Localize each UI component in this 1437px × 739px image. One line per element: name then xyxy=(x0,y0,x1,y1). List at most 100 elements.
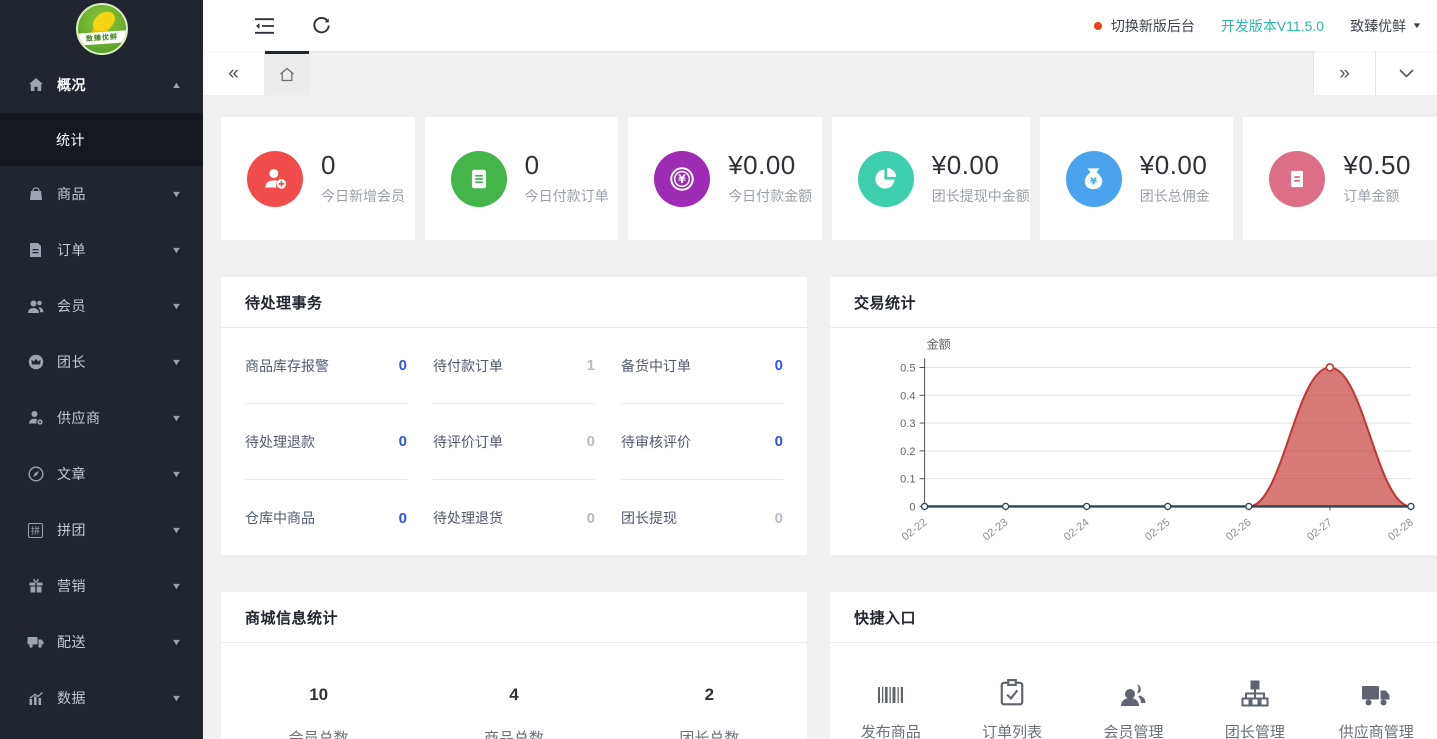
sidebar-item-goods[interactable]: 商品 ▼ xyxy=(0,166,203,222)
pending-label: 待评价订单 xyxy=(433,432,503,452)
stat-label: 今日付款金额 xyxy=(728,186,812,206)
refresh-icon[interactable] xyxy=(310,15,332,37)
quick-entry-supplier-manage[interactable]: 供应商管理 xyxy=(1316,673,1437,739)
pending-item-leader-withdraw: 团长提现 0 xyxy=(621,480,783,556)
truck-icon xyxy=(27,634,44,651)
home-icon xyxy=(27,77,44,94)
transaction-stats-panel: 交易统计 00.10.20.30.40.5金额02-2202-2302-2402… xyxy=(830,277,1437,555)
tab-home[interactable] xyxy=(265,51,309,95)
money-bag-icon: ¥ xyxy=(1066,151,1122,207)
stat-label: 今日新增会员 xyxy=(321,186,405,206)
pending-value[interactable]: 0 xyxy=(775,510,783,527)
quick-entry-member-manage[interactable]: 会员管理 xyxy=(1073,673,1194,739)
svg-text:02-22: 02-22 xyxy=(900,516,930,543)
svg-text:02-25: 02-25 xyxy=(1143,516,1173,543)
sidebar-item-members[interactable]: 会员 ▼ xyxy=(0,278,203,334)
pending-item-stock-alert: 商品库存报警 0 xyxy=(245,328,407,404)
sidebar-item-marketing[interactable]: 营销 ▼ xyxy=(0,558,203,614)
sidebar-item-orders[interactable]: 订单 ▼ xyxy=(0,222,203,278)
sidebar-item-label: 概况 xyxy=(57,75,172,95)
sidebar-item-partial[interactable] xyxy=(0,726,203,739)
sidebar-item-overview[interactable]: 概况 ▲ xyxy=(0,57,203,113)
switch-new-admin-link[interactable]: 切换新版后台 xyxy=(1094,16,1195,36)
user-gear-icon xyxy=(27,410,44,427)
pending-value-link[interactable]: 0 xyxy=(399,357,407,374)
chevron-down-icon xyxy=(1399,69,1414,78)
brand-logo-text: 致臻优鲜 xyxy=(76,30,128,46)
switch-new-admin-label: 切换新版后台 xyxy=(1111,16,1195,36)
pending-item-preparing-orders: 备货中订单 0 xyxy=(621,328,783,404)
quick-entry-order-list[interactable]: 订单列表 xyxy=(951,673,1072,739)
pending-value-link[interactable]: 0 xyxy=(399,433,407,450)
chevron-down-icon: ▼ xyxy=(171,525,182,535)
stat-card-paid-amount: ¥ ¥0.00 今日付款金额 xyxy=(628,117,822,240)
main-area: 切换新版后台 开发版本V11.5.0 致臻优鲜 ▼ « » xyxy=(203,0,1437,739)
quick-entry-panel: 快捷入口 发布商品 订单列表 xyxy=(830,592,1437,739)
leader-manage-icon xyxy=(1194,673,1315,707)
stat-label: 团长总佣金 xyxy=(1140,186,1210,206)
stat-value: ¥0.50 xyxy=(1343,151,1411,181)
chevron-down-icon: ▼ xyxy=(171,581,182,591)
tabs-scroll-right-button[interactable]: » xyxy=(1313,51,1375,95)
compass-icon xyxy=(27,466,44,483)
stat-card-new-members: 0 今日新增会员 xyxy=(221,117,415,240)
sidebar: 致臻优鲜 概况 ▲ 统计 商品 ▼ xyxy=(0,0,203,739)
brand-logo[interactable]: 致臻优鲜 xyxy=(0,0,203,57)
pending-item-refunds: 待处理退款 0 xyxy=(245,404,407,480)
stat-value: ¥0.00 xyxy=(728,151,812,181)
pending-value-link[interactable]: 0 xyxy=(775,357,783,374)
mall-stat-label: 会员总数 xyxy=(221,727,416,739)
account-menu[interactable]: 致臻优鲜 ▼ xyxy=(1350,16,1421,36)
member-add-icon xyxy=(247,151,303,207)
double-chevron-right-icon: » xyxy=(1339,64,1350,83)
sidebar-item-label: 数据 xyxy=(57,688,172,708)
stat-cards-row: 0 今日新增会员 0 今日付款订单 ¥ xyxy=(221,117,1437,240)
chevron-up-icon: ▲ xyxy=(171,80,182,90)
stat-value: 0 xyxy=(525,151,609,181)
pending-value[interactable]: 0 xyxy=(587,510,595,527)
chevron-down-icon: ▼ xyxy=(171,693,182,703)
sidebar-item-articles[interactable]: 文章 ▼ xyxy=(0,446,203,502)
chevron-down-icon: ▼ xyxy=(171,637,182,647)
pending-value[interactable]: 1 xyxy=(587,357,595,374)
mall-stat-label: 团长总数 xyxy=(612,727,807,739)
app-root: 致臻优鲜 概况 ▲ 统计 商品 ▼ xyxy=(0,0,1437,739)
quick-entry-publish-goods[interactable]: 发布商品 xyxy=(830,673,951,739)
quick-entry-label: 会员管理 xyxy=(1073,721,1194,739)
panel-title: 待处理事务 xyxy=(245,292,323,313)
version-link[interactable]: 开发版本V11.5.0 xyxy=(1221,16,1324,36)
pending-label: 待付款订单 xyxy=(433,356,503,376)
panel-title: 快捷入口 xyxy=(854,607,916,628)
sidebar-subitem-label: 统计 xyxy=(56,130,85,150)
pending-value-link[interactable]: 0 xyxy=(775,433,783,450)
tabs-menu-button[interactable] xyxy=(1375,51,1437,95)
sidebar-item-delivery[interactable]: 配送 ▼ xyxy=(0,614,203,670)
mall-stat-leaders: 2 团长总数 xyxy=(612,685,807,739)
pending-value-link[interactable]: 0 xyxy=(399,510,407,527)
collapse-sidebar-icon[interactable] xyxy=(253,15,275,37)
sidebar-item-suppliers[interactable]: 供应商 ▼ xyxy=(0,390,203,446)
sidebar-item-data[interactable]: 数据 ▼ xyxy=(0,670,203,726)
pending-item-review-audit: 待审核评价 0 xyxy=(621,404,783,480)
stat-value: ¥0.00 xyxy=(932,151,1030,181)
sidebar-item-leaders[interactable]: 团长 ▼ xyxy=(0,334,203,390)
pie-chart-icon xyxy=(858,151,914,207)
supplier-manage-icon xyxy=(1316,673,1437,707)
svg-text:0.5: 0.5 xyxy=(900,363,915,375)
quick-entry-label: 供应商管理 xyxy=(1316,721,1437,739)
stat-label: 订单金额 xyxy=(1343,186,1411,206)
stat-label: 团长提现中金额 xyxy=(932,186,1030,206)
quick-entry-label: 订单列表 xyxy=(951,721,1072,739)
tabs-scroll-left-button[interactable]: « xyxy=(203,51,265,95)
pending-item-to-review-orders: 待评价订单 0 xyxy=(433,404,595,480)
sidebar-item-groupbuy[interactable]: 拼 拼团 ▼ xyxy=(0,502,203,558)
groupbuy-icon: 拼 xyxy=(27,522,44,539)
svg-text:02-24: 02-24 xyxy=(1062,516,1092,543)
sidebar-item-label: 供应商 xyxy=(57,408,172,428)
svg-text:0.1: 0.1 xyxy=(900,474,915,486)
quick-entry-leader-manage[interactable]: 团长管理 xyxy=(1194,673,1315,739)
stat-label: 今日付款订单 xyxy=(525,186,609,206)
stat-card-leader-commission: ¥ ¥0.00 团长总佣金 xyxy=(1040,117,1234,240)
sidebar-subitem-statistics[interactable]: 统计 xyxy=(0,113,203,166)
pending-value[interactable]: 0 xyxy=(587,433,595,450)
